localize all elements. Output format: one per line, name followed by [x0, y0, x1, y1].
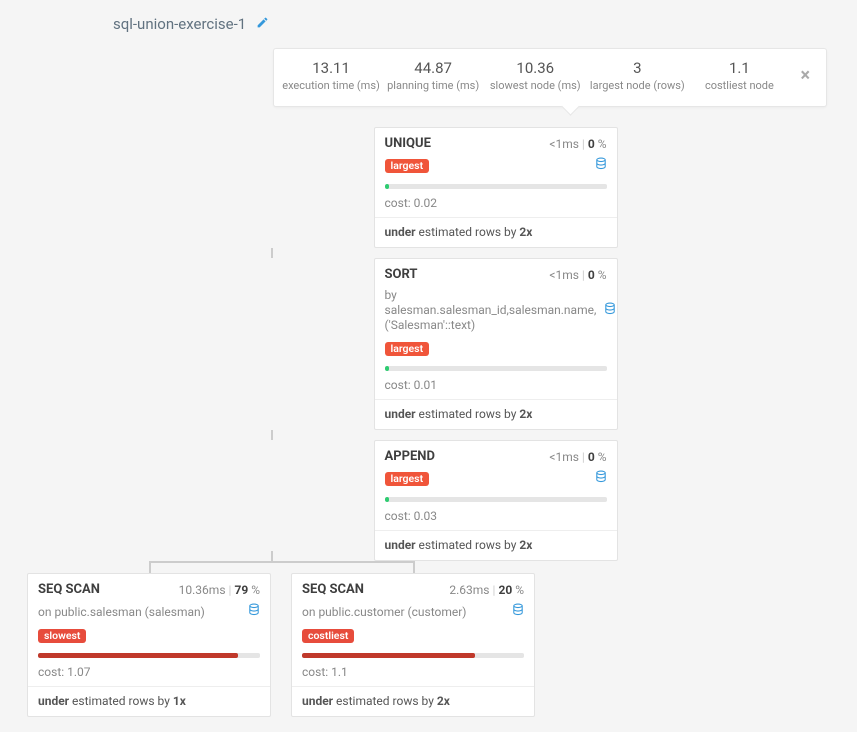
edit-icon[interactable]	[256, 17, 269, 33]
node-cost: cost: 0.01	[375, 374, 617, 400]
title-text: sql-union-exercise-1	[113, 15, 246, 33]
node-cost: cost: 0.02	[375, 192, 617, 218]
node-estimate: under estimated rows by 1x	[28, 687, 270, 716]
database-icon[interactable]	[512, 603, 524, 620]
node-tag-costliest: costliest	[302, 629, 354, 643]
stat-label: largest node (rows)	[586, 79, 688, 92]
connector	[271, 430, 273, 440]
database-icon[interactable]	[604, 302, 616, 319]
node-tag-largest: largest	[385, 159, 430, 173]
node-append[interactable]: APPEND <1ms|0 % largest cost: 0.03 under…	[374, 440, 618, 561]
connector	[271, 248, 273, 258]
stat-value: 1.1	[688, 59, 790, 77]
stat-label: execution time (ms)	[280, 79, 382, 92]
branch-connector	[27, 561, 535, 573]
node-tag-largest: largest	[385, 472, 430, 486]
node-cost: cost: 1.07	[28, 661, 270, 687]
stat-costliest-node: 1.1 costliest node	[688, 59, 790, 92]
node-timing: 10.36ms|79 %	[179, 583, 260, 597]
progress-bar	[28, 649, 270, 661]
node-seqscan-customer[interactable]: SEQ SCAN 2.63ms|20 % on public.customer …	[291, 573, 535, 717]
node-detail: on public.salesman (salesman)	[38, 605, 205, 619]
node-detail: on public.customer (customer)	[302, 605, 466, 619]
node-seqscan-salesman[interactable]: SEQ SCAN 10.36ms|79 % on public.salesman…	[27, 573, 271, 717]
node-detail: by salesman.salesman_id,salesman.name,('…	[385, 288, 605, 333]
node-name: UNIQUE	[385, 136, 431, 151]
stats-bar: 13.11 execution time (ms) 44.87 planning…	[273, 48, 827, 107]
node-tag-largest: largest	[385, 342, 430, 356]
node-name: SEQ SCAN	[302, 582, 364, 597]
node-name: SORT	[385, 267, 418, 282]
stat-value: 44.87	[382, 59, 484, 77]
node-timing: <1ms|0 %	[549, 137, 606, 151]
database-icon[interactable]	[595, 470, 607, 487]
progress-bar	[375, 362, 617, 374]
progress-bar	[292, 649, 534, 661]
database-icon[interactable]	[595, 157, 607, 174]
stat-largest-node: 3 largest node (rows)	[586, 59, 688, 92]
node-timing: <1ms|0 %	[549, 268, 606, 282]
node-timing: 2.63ms|20 %	[449, 583, 524, 597]
node-tag-slowest: slowest	[38, 629, 86, 643]
stat-value: 13.11	[280, 59, 382, 77]
plan-tree: UNIQUE <1ms|0 % largest cost: 0.02 under…	[15, 127, 842, 717]
stat-planning-time: 44.87 planning time (ms)	[382, 59, 484, 92]
stat-execution-time: 13.11 execution time (ms)	[280, 59, 382, 92]
progress-bar	[375, 493, 617, 505]
progress-bar	[375, 180, 617, 192]
node-timing: <1ms|0 %	[549, 450, 606, 464]
node-cost: cost: 0.03	[375, 505, 617, 531]
node-sort[interactable]: SORT <1ms|0 % by salesman.salesman_id,sa…	[374, 258, 618, 430]
node-estimate: under estimated rows by 2x	[292, 687, 534, 716]
stat-value: 10.36	[484, 59, 586, 77]
stat-slowest-node: 10.36 slowest node (ms)	[484, 59, 586, 92]
node-name: SEQ SCAN	[38, 582, 100, 597]
stat-value: 3	[586, 59, 688, 77]
node-estimate: under estimated rows by 2x	[375, 531, 617, 560]
node-name: APPEND	[385, 449, 435, 464]
node-estimate: under estimated rows by 2x	[375, 218, 617, 247]
node-unique[interactable]: UNIQUE <1ms|0 % largest cost: 0.02 under…	[374, 127, 618, 248]
page-title: sql-union-exercise-1	[113, 15, 842, 33]
database-icon[interactable]	[248, 603, 260, 620]
stat-label: costliest node	[688, 79, 790, 92]
node-cost: cost: 1.1	[292, 661, 534, 687]
stat-label: slowest node (ms)	[484, 79, 586, 92]
node-estimate: under estimated rows by 2x	[375, 400, 617, 429]
close-icon[interactable]: ×	[790, 65, 820, 86]
stat-label: planning time (ms)	[382, 79, 484, 92]
